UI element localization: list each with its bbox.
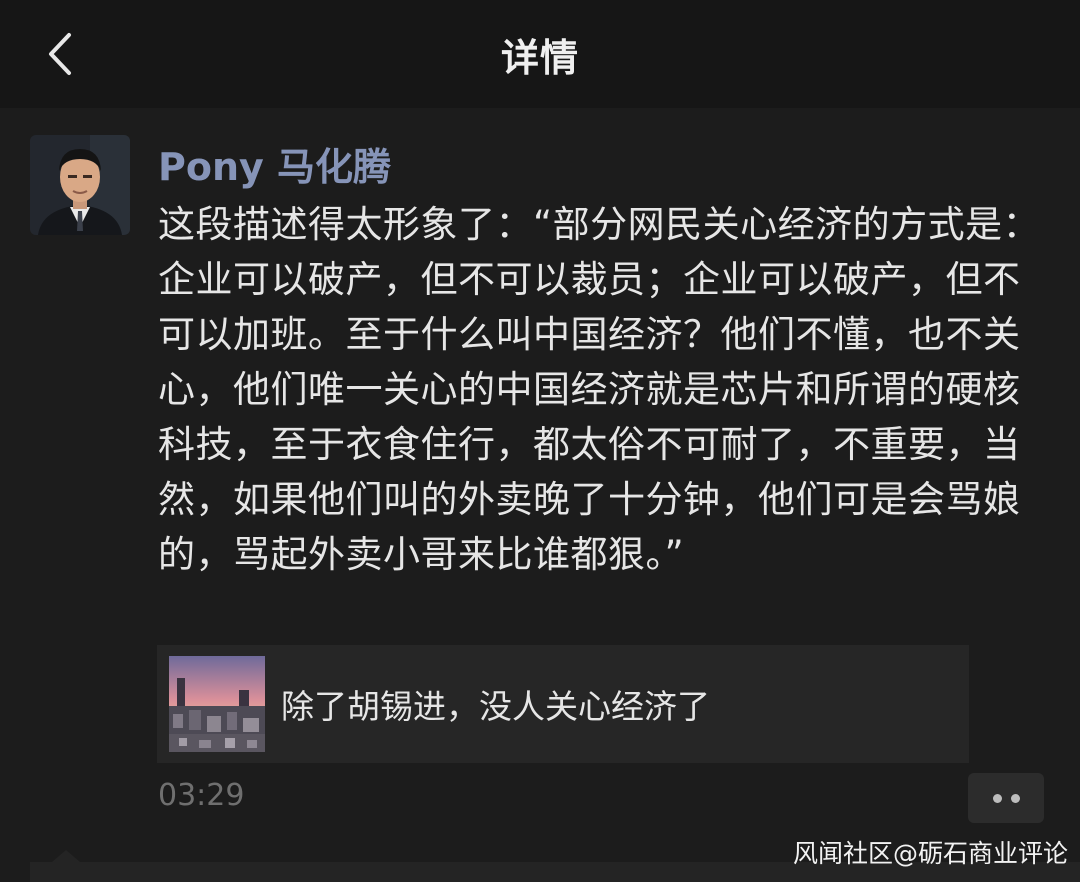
more-button[interactable] [968, 773, 1044, 823]
comment-caret [52, 850, 80, 862]
more-dots-icon [992, 793, 1002, 803]
top-bar: 详情 [0, 0, 1080, 108]
back-button[interactable] [30, 22, 90, 86]
avatar[interactable] [30, 135, 130, 235]
link-thumbnail [169, 656, 265, 752]
post-time: 03:29 [158, 778, 245, 813]
link-card[interactable]: 除了胡锡进，没人关心经济了 [157, 645, 969, 763]
page-title: 详情 [500, 35, 579, 80]
watermark: 风闻社区@砺石商业评论 [792, 839, 1068, 868]
post-text: 这段描述得太形象了：“部分网民关心经济的方式是：企业可以破产，但不可以裁员；企业… [158, 203, 1041, 576]
link-title: 除了胡锡进，没人关心经济了 [281, 687, 710, 726]
author-name[interactable]: Pony 马化腾 [158, 136, 391, 191]
chevron-left-icon [49, 33, 71, 75]
